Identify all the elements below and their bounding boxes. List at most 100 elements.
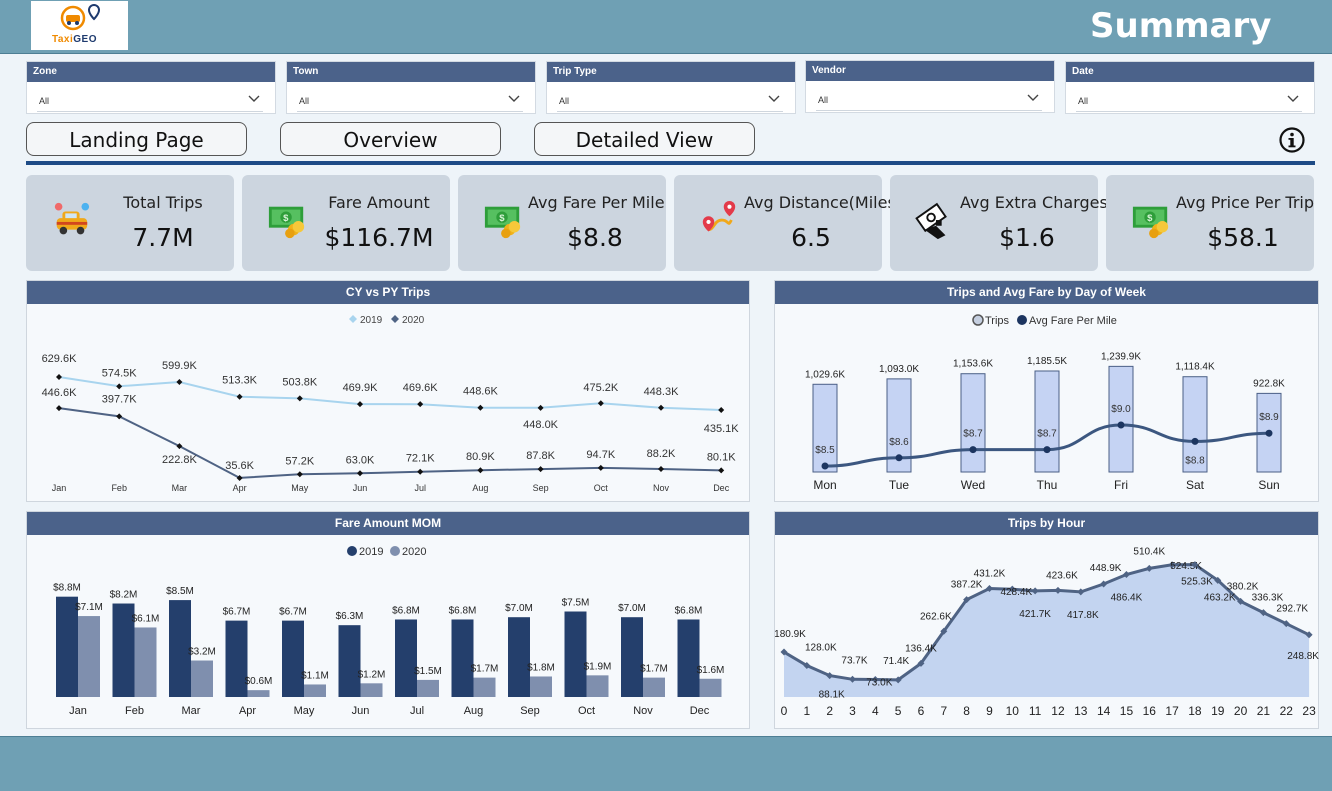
data-label-2020: $1.9M bbox=[584, 661, 612, 672]
chevron-down-icon bbox=[1027, 94, 1039, 101]
point-2019 bbox=[236, 393, 243, 400]
x-tick-label: Apr bbox=[239, 705, 256, 717]
x-tick-label: Dec bbox=[690, 705, 710, 717]
chart-title: Trips by Hour bbox=[775, 512, 1318, 535]
bar-2020 bbox=[473, 677, 496, 697]
point-2019 bbox=[477, 404, 484, 411]
data-label-hour: 448.9K bbox=[1090, 563, 1122, 574]
data-label-2020: 88.2K bbox=[647, 448, 676, 460]
x-tick-label: 4 bbox=[872, 704, 879, 718]
data-label-2020: 87.8K bbox=[526, 450, 555, 462]
legend-marker-2020 bbox=[390, 546, 400, 556]
cash-hand-icon bbox=[915, 202, 947, 240]
data-label-2020: 446.6K bbox=[42, 387, 78, 399]
x-tick-label: Sep bbox=[520, 705, 540, 717]
filter-label: Vendor bbox=[806, 61, 1054, 81]
point-2020 bbox=[597, 464, 604, 471]
kpi-card-fare-amount: $ Fare Amount $116.7M bbox=[242, 175, 450, 271]
filter-label: Town bbox=[287, 62, 535, 82]
data-label-hour: 428.4K bbox=[1000, 587, 1032, 598]
data-label-2020: 35.6K bbox=[225, 460, 254, 472]
x-tick-label: 5 bbox=[895, 704, 902, 718]
data-label-2020: $1.7M bbox=[471, 664, 499, 675]
x-tick-label: Jan bbox=[52, 483, 67, 493]
filter-dropdown[interactable]: All bbox=[557, 90, 783, 112]
chevron-down-icon bbox=[1287, 95, 1299, 102]
point-2019 bbox=[537, 404, 544, 411]
kpi-value: $1.6 bbox=[999, 223, 1055, 252]
x-tick-label: Wed bbox=[961, 478, 985, 492]
bar-2020 bbox=[304, 684, 326, 697]
point-2020 bbox=[417, 468, 424, 475]
filter-dropdown[interactable]: All bbox=[1076, 90, 1302, 112]
x-tick-label: Mar bbox=[172, 483, 188, 493]
kpi-label: Fare Amount bbox=[328, 193, 430, 212]
money-icon: $ bbox=[1132, 206, 1169, 239]
info-icon[interactable] bbox=[1279, 127, 1305, 153]
trips-by-hour-chart: 180.9K128.0K88.1K73.7K73.0K71.4K136.4K26… bbox=[775, 546, 1319, 718]
point-avg-fare bbox=[821, 462, 829, 470]
money-icon: $ bbox=[484, 206, 521, 239]
money-icon: $ bbox=[268, 206, 305, 239]
data-label-2019: $8.2M bbox=[110, 590, 138, 601]
x-tick-label: Jul bbox=[410, 705, 424, 717]
filter-dropdown[interactable]: All bbox=[37, 90, 263, 112]
x-tick-label: 2 bbox=[826, 704, 833, 718]
bar-2020 bbox=[586, 675, 609, 697]
data-label-2019: 469.6K bbox=[403, 382, 439, 394]
point-2019 bbox=[357, 401, 363, 408]
data-label-trips: 922.8K bbox=[1253, 378, 1285, 389]
point-2020 bbox=[296, 471, 303, 478]
bar-2020 bbox=[78, 616, 100, 697]
landing-page-button[interactable]: Landing Page bbox=[26, 122, 247, 156]
legend-label-2020: 2020 bbox=[402, 315, 425, 326]
data-label-hour: 387.2K bbox=[951, 580, 983, 591]
x-tick-label: May bbox=[294, 705, 315, 717]
x-tick-label: Dec bbox=[713, 483, 730, 493]
data-label-2020: 397.7K bbox=[102, 393, 138, 405]
data-label-2019: $7.5M bbox=[562, 598, 590, 609]
overview-button[interactable]: Overview bbox=[280, 122, 501, 156]
filter-value: All bbox=[299, 96, 310, 106]
svg-text:$: $ bbox=[283, 213, 289, 224]
data-label-hour: 128.0K bbox=[805, 642, 837, 653]
data-label-2020: $1.6M bbox=[697, 665, 725, 676]
data-label-2020: $1.1M bbox=[301, 670, 329, 681]
bar-trips bbox=[1034, 370, 1060, 473]
point-avg-fare bbox=[895, 454, 903, 462]
data-label-2019: $6.8M bbox=[449, 605, 477, 616]
filter-trip-type: Trip Type All bbox=[546, 61, 796, 114]
chart-title: Fare Amount MOM bbox=[27, 512, 749, 535]
filter-dropdown[interactable]: All bbox=[816, 89, 1042, 111]
x-tick-label: Jun bbox=[352, 705, 370, 717]
data-label-hour: 486.4K bbox=[1111, 592, 1143, 603]
bar-trips bbox=[1108, 365, 1134, 473]
x-tick-label: 12 bbox=[1051, 704, 1065, 718]
point-avg-fare bbox=[1265, 429, 1273, 437]
data-label-2020: $1.8M bbox=[527, 662, 555, 673]
x-tick-label: 6 bbox=[918, 704, 925, 718]
taxigeo-logo[interactable]: TaxiGEO bbox=[31, 1, 128, 50]
data-label-hour: 524.5K bbox=[1170, 561, 1202, 572]
data-label-2019: $8.5M bbox=[166, 586, 194, 597]
chevron-down-icon bbox=[248, 95, 260, 102]
filter-dropdown[interactable]: All bbox=[297, 90, 523, 112]
line-2020 bbox=[58, 407, 722, 479]
legend-label-2019: 2019 bbox=[359, 546, 383, 558]
data-label-2020: $6.1M bbox=[132, 613, 160, 624]
kpi-card-avg-fare-per-mile: $ Avg Fare Per Mile $8.8 bbox=[458, 175, 666, 271]
data-label-hour: 417.8K bbox=[1067, 610, 1099, 621]
detailed-view-button[interactable]: Detailed View bbox=[534, 122, 755, 156]
filter-value: All bbox=[39, 96, 50, 106]
x-tick-label: 15 bbox=[1120, 704, 1134, 718]
data-label-2019: 448.6K bbox=[463, 386, 499, 398]
legend-label-2020: 2020 bbox=[402, 546, 426, 558]
data-label-2019: 503.8K bbox=[282, 376, 318, 388]
kpi-label: Avg Price Per Trip bbox=[1176, 193, 1315, 212]
data-label-2019: $7.0M bbox=[618, 603, 646, 614]
x-tick-label: 23 bbox=[1302, 704, 1316, 718]
bar-2019 bbox=[677, 619, 700, 697]
data-label-2020: $1.7M bbox=[640, 664, 668, 675]
x-tick-label: Mar bbox=[182, 705, 201, 717]
x-tick-label: Jan bbox=[69, 705, 87, 717]
